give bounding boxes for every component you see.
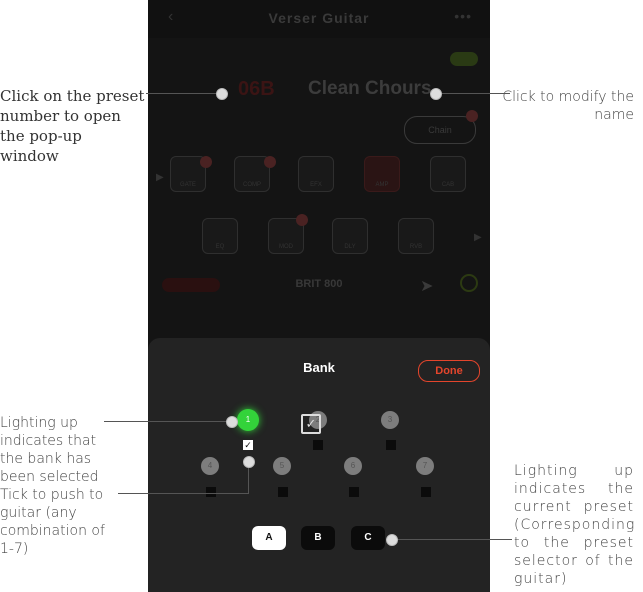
app-title: Verser Guitar — [268, 10, 370, 26]
bank-6[interactable]: 6 — [344, 457, 362, 475]
preset-c-button[interactable]: C — [351, 526, 385, 550]
amp-model: BRIT 800 — [295, 278, 343, 290]
callout-dot — [430, 88, 442, 100]
top-bar: ‹ Verser Guitar ••• — [148, 0, 490, 38]
push-checkbox-6[interactable] — [349, 487, 359, 497]
annotation-preset-lit: Lighting up indicates the current preset… — [514, 463, 636, 587]
power-icon[interactable] — [460, 274, 478, 292]
module-badge-icon — [264, 156, 276, 168]
module-cab[interactable]: CAB — [430, 156, 466, 192]
module-badge-icon — [200, 156, 212, 168]
preset-b-button[interactable]: B — [301, 526, 335, 550]
amp-row: BRIT 800 ➤ — [148, 272, 490, 300]
callout-dot — [243, 456, 255, 468]
bank-3[interactable]: 3 — [381, 411, 399, 429]
edit-badge-icon — [466, 110, 478, 122]
chain-button[interactable]: Chain — [404, 116, 476, 144]
push-checkbox-1[interactable]: ✓ — [243, 440, 253, 450]
callout-dot — [216, 88, 228, 100]
scroll-left-icon[interactable]: ▶ — [156, 172, 164, 183]
preset-name[interactable]: Clean Chours — [308, 78, 432, 100]
callout-dot — [386, 534, 398, 546]
module-dly[interactable]: DLY — [332, 218, 368, 254]
callout-line — [392, 539, 512, 540]
push-checkbox-7[interactable] — [421, 487, 431, 497]
callout-dot — [226, 416, 238, 428]
preset-number[interactable]: 06B — [238, 78, 275, 101]
callout-line — [118, 493, 248, 494]
annotation-name: Click to modify the name — [502, 89, 634, 123]
bank-7[interactable]: 7 — [416, 457, 434, 475]
bank-1[interactable]: 1 — [237, 409, 259, 431]
scroll-right-icon[interactable]: ▶ — [474, 232, 482, 243]
push-checkbox-2[interactable] — [313, 440, 323, 450]
more-icon[interactable]: ••• — [454, 8, 472, 24]
module-badge-icon — [296, 214, 308, 226]
callout-line — [104, 421, 232, 422]
callout-line — [440, 93, 510, 94]
module-rvb[interactable]: RVB — [398, 218, 434, 254]
callout-line — [146, 93, 222, 94]
bank-4[interactable]: 4 — [201, 457, 219, 475]
power-toggle[interactable] — [450, 52, 478, 66]
bank-panel: Bank Done — [148, 338, 490, 592]
done-button[interactable]: Done — [418, 360, 480, 382]
push-checkbox-5[interactable] — [278, 487, 288, 497]
select-all-checkbox[interactable]: ✓ — [301, 414, 321, 434]
preset-a-button[interactable]: A — [252, 526, 286, 550]
module-eq[interactable]: EQ — [202, 218, 238, 254]
push-checkbox-4[interactable] — [206, 487, 216, 497]
bank-5[interactable]: 5 — [273, 457, 291, 475]
module-efx[interactable]: EFX — [298, 156, 334, 192]
send-icon[interactable]: ➤ — [420, 276, 433, 296]
annotation-tick-push: Tick to push to guitar (any combination … — [0, 487, 105, 557]
annotation-bank-lit: Lighting up indicates that the bank has … — [0, 415, 99, 485]
annotation-preset-number: Click on the preset number to open the p… — [0, 87, 145, 165]
module-amp[interactable]: AMP — [364, 156, 400, 192]
push-checkbox-3[interactable] — [386, 440, 396, 450]
